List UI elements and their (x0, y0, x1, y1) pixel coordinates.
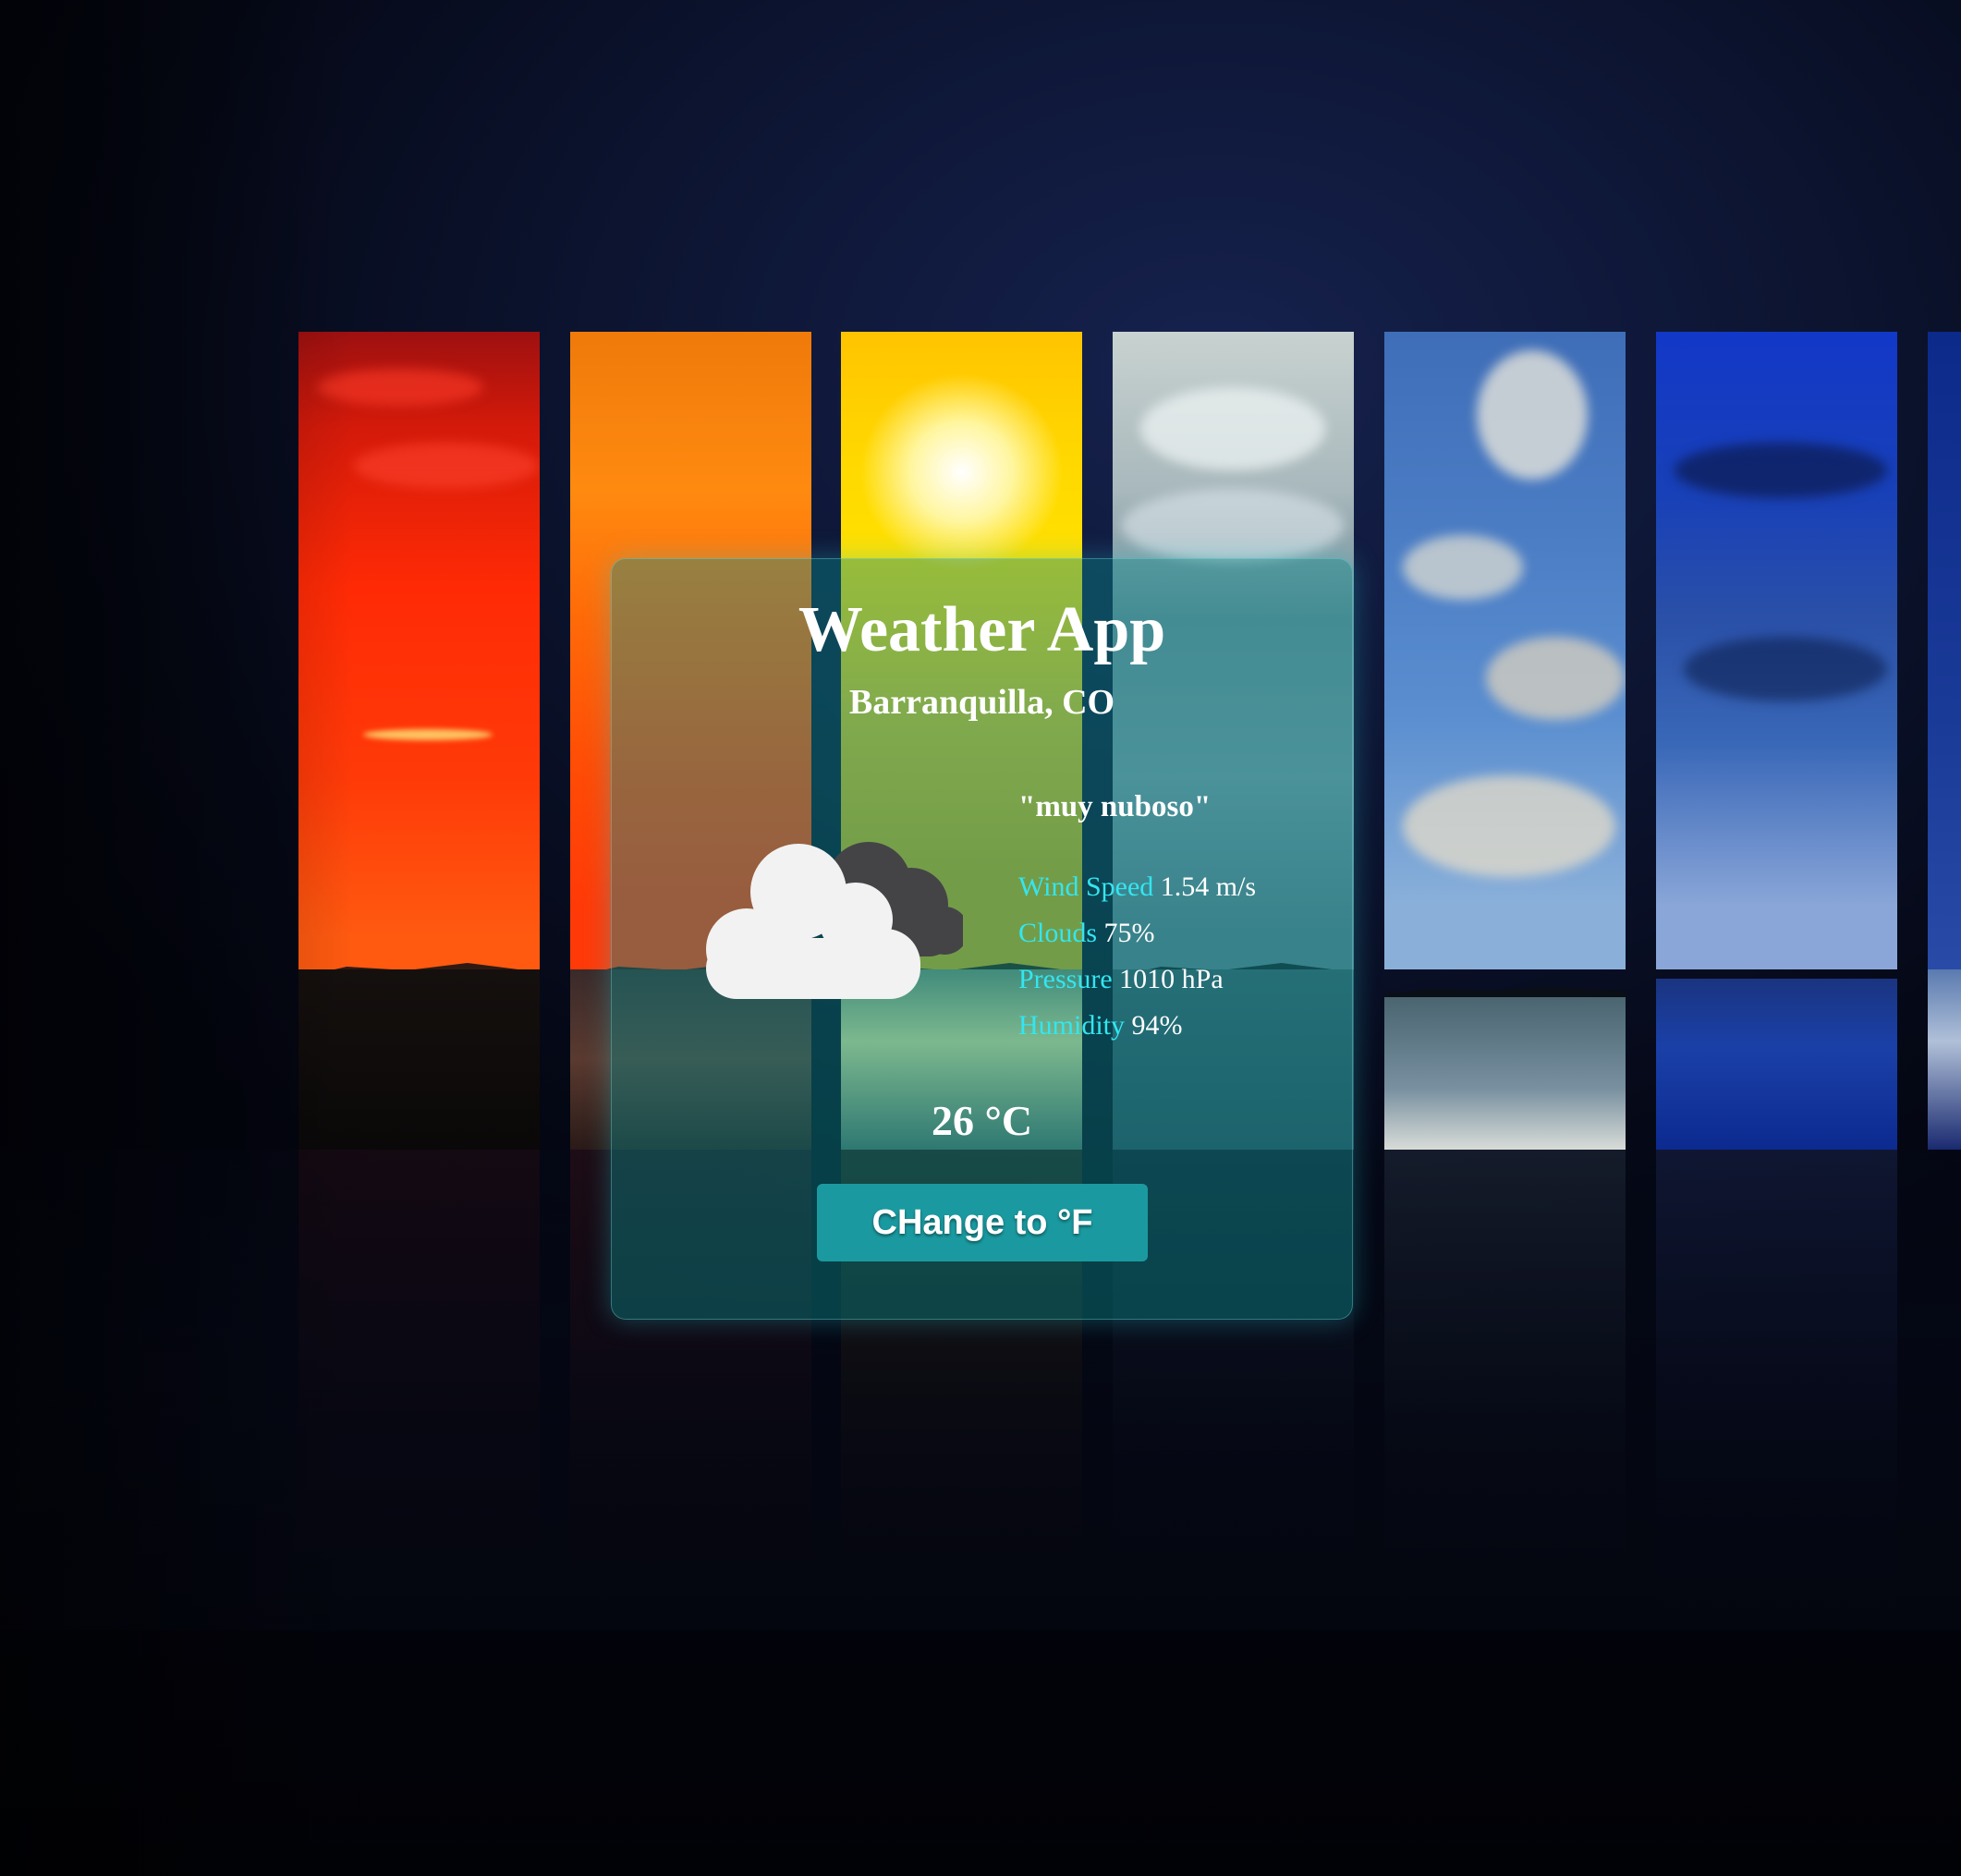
background-panel-red-sunset (298, 332, 540, 1150)
weather-card: Weather App Barranquilla, CO "muy nuboso… (611, 558, 1353, 1320)
background-panel-edge (1928, 332, 1961, 1150)
app-title: Weather App (798, 594, 1166, 665)
weather-description: "muy nuboso" (1018, 790, 1212, 823)
stat-humidity: Humidity 94% (1018, 1003, 1256, 1049)
stat-label: Wind Speed (1018, 871, 1154, 902)
cloudy-icon (706, 842, 963, 999)
reflection-deep-blue (1656, 1150, 1897, 1630)
stat-label: Humidity (1018, 1010, 1126, 1041)
stat-label: Clouds (1018, 918, 1098, 948)
location-label: Barranquilla, CO (848, 683, 1115, 722)
stat-value: 75% (1103, 918, 1155, 948)
app-background: Weather App Barranquilla, CO "muy nuboso… (0, 0, 1961, 1876)
stat-value: 1.54 m/s (1160, 871, 1257, 902)
stat-label: Pressure (1018, 964, 1113, 994)
reflection-red (298, 1150, 540, 1630)
change-unit-button[interactable]: CHange to °F (817, 1184, 1148, 1261)
stat-wind-speed: Wind Speed 1.54 m/s (1018, 864, 1256, 910)
stat-value: 1010 hPa (1119, 964, 1224, 994)
temperature-display: 26 °C (931, 1097, 1033, 1144)
stat-pressure: Pressure 1010 hPa (1018, 956, 1256, 1003)
stat-clouds: Clouds 75% (1018, 910, 1256, 956)
stat-value: 94% (1131, 1010, 1183, 1041)
background-panel-blue-clouds (1384, 332, 1626, 1150)
background-panel-deep-blue-storm (1656, 332, 1897, 1150)
weather-stats-list: Wind Speed 1.54 m/s Clouds 75% Pressure … (1018, 864, 1256, 1049)
reflection-blue-clouds (1384, 1150, 1626, 1630)
